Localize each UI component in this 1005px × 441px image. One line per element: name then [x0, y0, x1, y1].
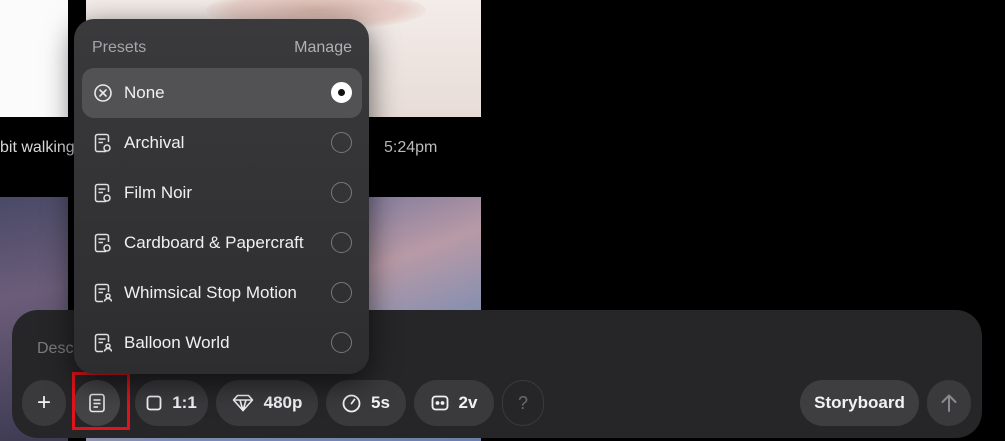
presets-button[interactable] — [74, 380, 120, 426]
preset-item-archival[interactable]: Archival — [82, 118, 362, 168]
gallery-thumbnail[interactable] — [0, 0, 68, 117]
radio-icon[interactable] — [331, 182, 352, 203]
preset-item-none[interactable]: None — [82, 68, 362, 118]
storyboard-button[interactable]: Storyboard — [800, 380, 919, 426]
gallery-timestamp: 5:24pm — [384, 139, 438, 156]
resolution-label: 480p — [263, 393, 303, 412]
aspect-ratio-label: 1:1 — [172, 393, 197, 412]
square-icon — [146, 395, 162, 411]
submit-button[interactable] — [927, 380, 971, 426]
prompt-input[interactable]: Desc — [37, 340, 73, 358]
add-media-button[interactable]: + — [22, 380, 66, 426]
preset-item-label: Whimsical Stop Motion — [124, 283, 297, 302]
variations-label: 2v — [458, 393, 478, 412]
preset-item-balloon-world[interactable]: Balloon World — [82, 318, 362, 368]
radio-icon[interactable] — [331, 232, 352, 253]
presets-menu-title: Presets — [92, 39, 147, 56]
preset-item-whimsical-stop-motion[interactable]: Whimsical Stop Motion — [82, 268, 362, 318]
resolution-button[interactable]: 480p — [216, 380, 318, 426]
preset-item-film-noir[interactable]: Film Noir — [82, 168, 362, 218]
preset-doc-user-icon — [94, 283, 112, 303]
preset-item-label: Film Noir — [124, 183, 192, 202]
preset-item-cardboard-papercraft[interactable]: Cardboard & Papercraft — [82, 218, 362, 268]
preset-doc-icon — [94, 133, 112, 153]
radio-selected-icon[interactable] — [331, 82, 352, 103]
duration-label: 5s — [371, 393, 390, 412]
aspect-ratio-button[interactable]: 1:1 — [135, 380, 208, 426]
preset-item-label: None — [124, 83, 165, 102]
radio-icon[interactable] — [331, 332, 352, 353]
preset-item-label: Balloon World — [124, 333, 230, 352]
circle-x-icon — [94, 83, 112, 103]
diamond-icon — [232, 394, 254, 412]
preset-item-label: Cardboard & Papercraft — [124, 233, 304, 252]
preset-doc-user-icon — [94, 333, 112, 353]
preset-doc-icon — [88, 393, 106, 413]
preset-doc-icon — [94, 233, 112, 253]
duration-button[interactable]: 5s — [326, 380, 406, 426]
variations-button[interactable]: 2v — [414, 380, 494, 426]
arrow-up-icon — [940, 393, 958, 413]
help-button[interactable]: ? — [502, 380, 544, 426]
presets-menu: Presets Manage None Archival Film Noir C… — [74, 19, 369, 374]
variations-icon — [431, 395, 449, 411]
preset-item-label: Archival — [124, 133, 185, 152]
clock-icon — [342, 394, 361, 413]
manage-presets-link[interactable]: Manage — [294, 39, 352, 57]
preset-doc-icon — [94, 183, 112, 203]
radio-icon[interactable] — [331, 282, 352, 303]
presets-menu-header: Presets Manage — [92, 39, 352, 57]
gallery-caption: bit walking — [0, 139, 75, 156]
radio-icon[interactable] — [331, 132, 352, 153]
